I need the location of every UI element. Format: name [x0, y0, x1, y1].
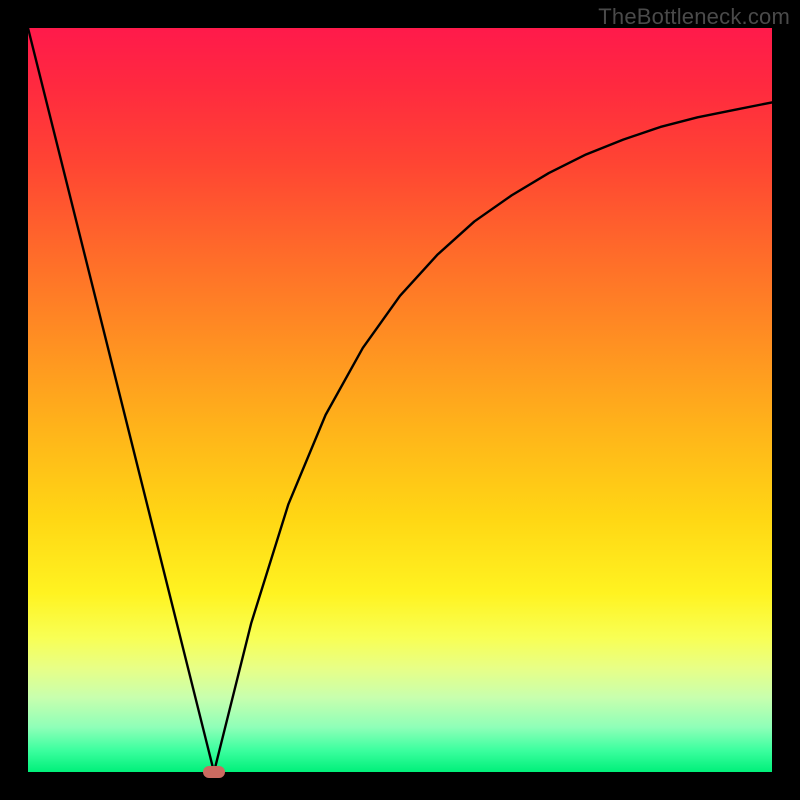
plot-area	[28, 28, 772, 772]
bottleneck-curve	[28, 28, 772, 772]
chart-frame: TheBottleneck.com	[0, 0, 800, 800]
minimum-marker	[203, 766, 225, 778]
curve-svg	[28, 28, 772, 772]
watermark-text: TheBottleneck.com	[598, 4, 790, 30]
